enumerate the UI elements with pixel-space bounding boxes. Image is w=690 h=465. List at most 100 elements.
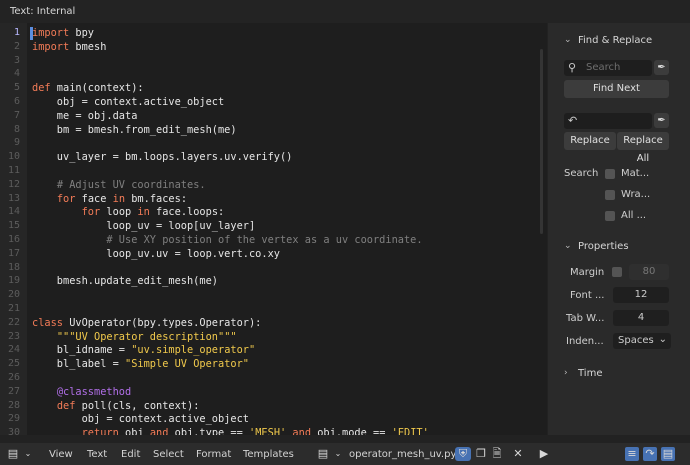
chevron-down-icon[interactable]: ⌄ — [21, 447, 35, 461]
code-line[interactable]: 29 obj = context.active_object — [0, 412, 547, 426]
vertical-scrollbar[interactable] — [540, 49, 543, 234]
find-replace-panel-header[interactable]: ⌄ Find & Replace — [548, 32, 690, 50]
code-line[interactable]: 22 class UvOperator(bpy.types.Operator): — [0, 316, 547, 330]
line-number: 19 — [7, 275, 20, 287]
duplicate-icon[interactable]: ❐ — [474, 447, 488, 461]
code-line[interactable]: 3 — [0, 54, 547, 68]
code-line[interactable]: 28 def poll(cls, context): — [0, 399, 547, 413]
text-datablock-icon[interactable]: ▤ — [316, 447, 330, 461]
code-text[interactable]: loop_uv = loop[uv_layer] — [32, 219, 255, 233]
close-icon[interactable]: ✕ — [511, 447, 525, 461]
text-editor[interactable]: 1 import bpy 2 import bmesh 3 4 5 def main(cont… — [0, 23, 547, 435]
search-placeholder: Search — [586, 62, 621, 73]
code-line[interactable]: 19 bmesh.update_edit_mesh(me) — [0, 274, 547, 288]
code-text[interactable]: obj = context.active_object — [32, 95, 224, 109]
code-text[interactable]: bl_label = "Simple UV Operator" — [32, 357, 249, 371]
time-panel-header[interactable]: › Time — [548, 365, 690, 383]
code-line[interactable]: 12 # Adjust UV coordinates. — [0, 178, 547, 192]
replace-all-button[interactable]: Replace All — [617, 132, 669, 164]
code-line[interactable]: 1 import bpy — [0, 26, 547, 40]
menu-select[interactable]: Select — [153, 449, 184, 460]
all-data-checkbox[interactable] — [605, 211, 615, 221]
properties-panel-header[interactable]: ⌄ Properties — [548, 238, 690, 256]
code-line[interactable]: 4 — [0, 67, 547, 81]
line-number: 15 — [7, 220, 20, 232]
line-number: 29 — [7, 413, 20, 425]
eyedropper-icon[interactable]: ✒ — [654, 113, 669, 128]
code-line[interactable]: 23 """UV Operator description""" — [0, 330, 547, 344]
margin-checkbox[interactable] — [612, 267, 622, 277]
code-line[interactable]: 30 return obj and obj.type == 'MESH' and… — [0, 426, 547, 435]
eyedropper-icon[interactable]: ✒ — [654, 60, 669, 75]
fake-user-shield-icon[interactable]: ⛨ — [455, 447, 471, 461]
code-text[interactable]: # Adjust UV coordinates. — [32, 178, 206, 192]
match-case-checkbox[interactable] — [605, 169, 615, 179]
code-text[interactable]: loop_uv.uv = loop.vert.co.xy — [32, 247, 280, 261]
code-line[interactable]: 2 import bmesh — [0, 40, 547, 54]
code-line[interactable]: 6 obj = context.active_object — [0, 95, 547, 109]
code-text[interactable]: """UV Operator description""" — [32, 330, 237, 344]
code-line[interactable]: 10 uv_layer = bm.loops.layers.uv.verify(… — [0, 150, 547, 164]
code-line[interactable]: 14 for loop in face.loops: — [0, 205, 547, 219]
word-wrap-icon[interactable]: ↷ — [643, 447, 657, 461]
editor-type-icon[interactable]: ▤ — [6, 447, 20, 461]
code-text[interactable]: @classmethod — [32, 385, 131, 399]
wrap-around-label: Wra... — [621, 189, 651, 200]
syntax-highlight-icon[interactable]: ▤ — [661, 447, 675, 461]
find-next-button[interactable]: Find Next — [564, 80, 669, 98]
code-line[interactable]: 7 me = obj.data — [0, 109, 547, 123]
code-text[interactable]: bl_idname = "uv.simple_operator" — [32, 343, 255, 357]
new-file-icon[interactable]: 🗎 — [490, 447, 504, 461]
replace-button[interactable]: Replace — [564, 132, 616, 150]
text-cursor — [30, 27, 33, 40]
code-line[interactable]: 20 — [0, 288, 547, 302]
code-line[interactable]: 8 bm = bmesh.from_edit_mesh(me) — [0, 123, 547, 137]
replace-input[interactable]: ↶ — [564, 113, 652, 129]
search-input[interactable]: ⚲ Search — [564, 60, 652, 76]
code-text[interactable]: bmesh.update_edit_mesh(me) — [32, 274, 218, 288]
code-text[interactable]: for loop in face.loops: — [32, 205, 225, 219]
wrap-around-checkbox[interactable] — [605, 190, 615, 200]
code-line[interactable]: 5 def main(context): — [0, 81, 547, 95]
code-text[interactable]: for face in bm.faces: — [32, 192, 187, 206]
code-line[interactable]: 18 — [0, 261, 547, 275]
code-text[interactable]: class UvOperator(bpy.types.Operator): — [32, 316, 261, 330]
line-numbers-icon[interactable]: ≡ — [625, 447, 639, 461]
code-line[interactable]: 11 — [0, 164, 547, 178]
all-data-label: All ... — [621, 210, 647, 221]
code-text[interactable]: import bpy — [32, 26, 94, 40]
menu-templates[interactable]: Templates — [243, 449, 294, 460]
code-line[interactable]: 21 — [0, 302, 547, 316]
code-text[interactable]: def main(context): — [32, 81, 144, 95]
margin-field[interactable]: 80 — [629, 264, 669, 280]
line-number: 30 — [7, 427, 20, 435]
code-text[interactable]: # Use XY position of the vertex as a uv … — [32, 233, 422, 247]
code-text[interactable]: import bmesh — [32, 40, 106, 54]
indentation-dropdown[interactable]: Spaces ⌄ — [613, 333, 671, 349]
font-size-field[interactable]: 12 — [613, 287, 669, 303]
code-line[interactable]: 17 loop_uv.uv = loop.vert.co.xy — [0, 247, 547, 261]
menu-format[interactable]: Format — [196, 449, 231, 460]
text-filename[interactable]: operator_mesh_uv.py — [349, 449, 456, 460]
code-line[interactable]: 9 — [0, 136, 547, 150]
code-line[interactable]: 25 bl_label = "Simple UV Operator" — [0, 357, 547, 371]
menu-edit[interactable]: Edit — [121, 449, 140, 460]
code-text[interactable]: obj = context.active_object — [32, 412, 249, 426]
menu-view[interactable]: View — [49, 449, 73, 460]
line-number: 17 — [7, 247, 20, 259]
code-line[interactable]: 24 bl_idname = "uv.simple_operator" — [0, 343, 547, 357]
code-text[interactable]: bm = bmesh.from_edit_mesh(me) — [32, 123, 237, 137]
menu-text[interactable]: Text — [87, 449, 107, 460]
code-line[interactable]: 15 loop_uv = loop[uv_layer] — [0, 219, 547, 233]
code-text[interactable]: me = obj.data — [32, 109, 138, 123]
code-line[interactable]: 27 @classmethod — [0, 385, 547, 399]
code-line[interactable]: 16 # Use XY position of the vertex as a … — [0, 233, 547, 247]
code-text[interactable]: uv_layer = bm.loops.layers.uv.verify() — [32, 150, 293, 164]
chevron-down-icon[interactable]: ⌄ — [331, 447, 345, 461]
code-text[interactable]: def poll(cls, context): — [32, 399, 200, 413]
run-script-icon[interactable]: ▶ — [537, 447, 551, 461]
code-line[interactable]: 26 — [0, 371, 547, 385]
tab-width-field[interactable]: 4 — [613, 310, 669, 326]
code-line[interactable]: 13 for face in bm.faces: — [0, 192, 547, 206]
code-text[interactable]: return obj and obj.type == 'MESH' and ob… — [32, 426, 429, 435]
